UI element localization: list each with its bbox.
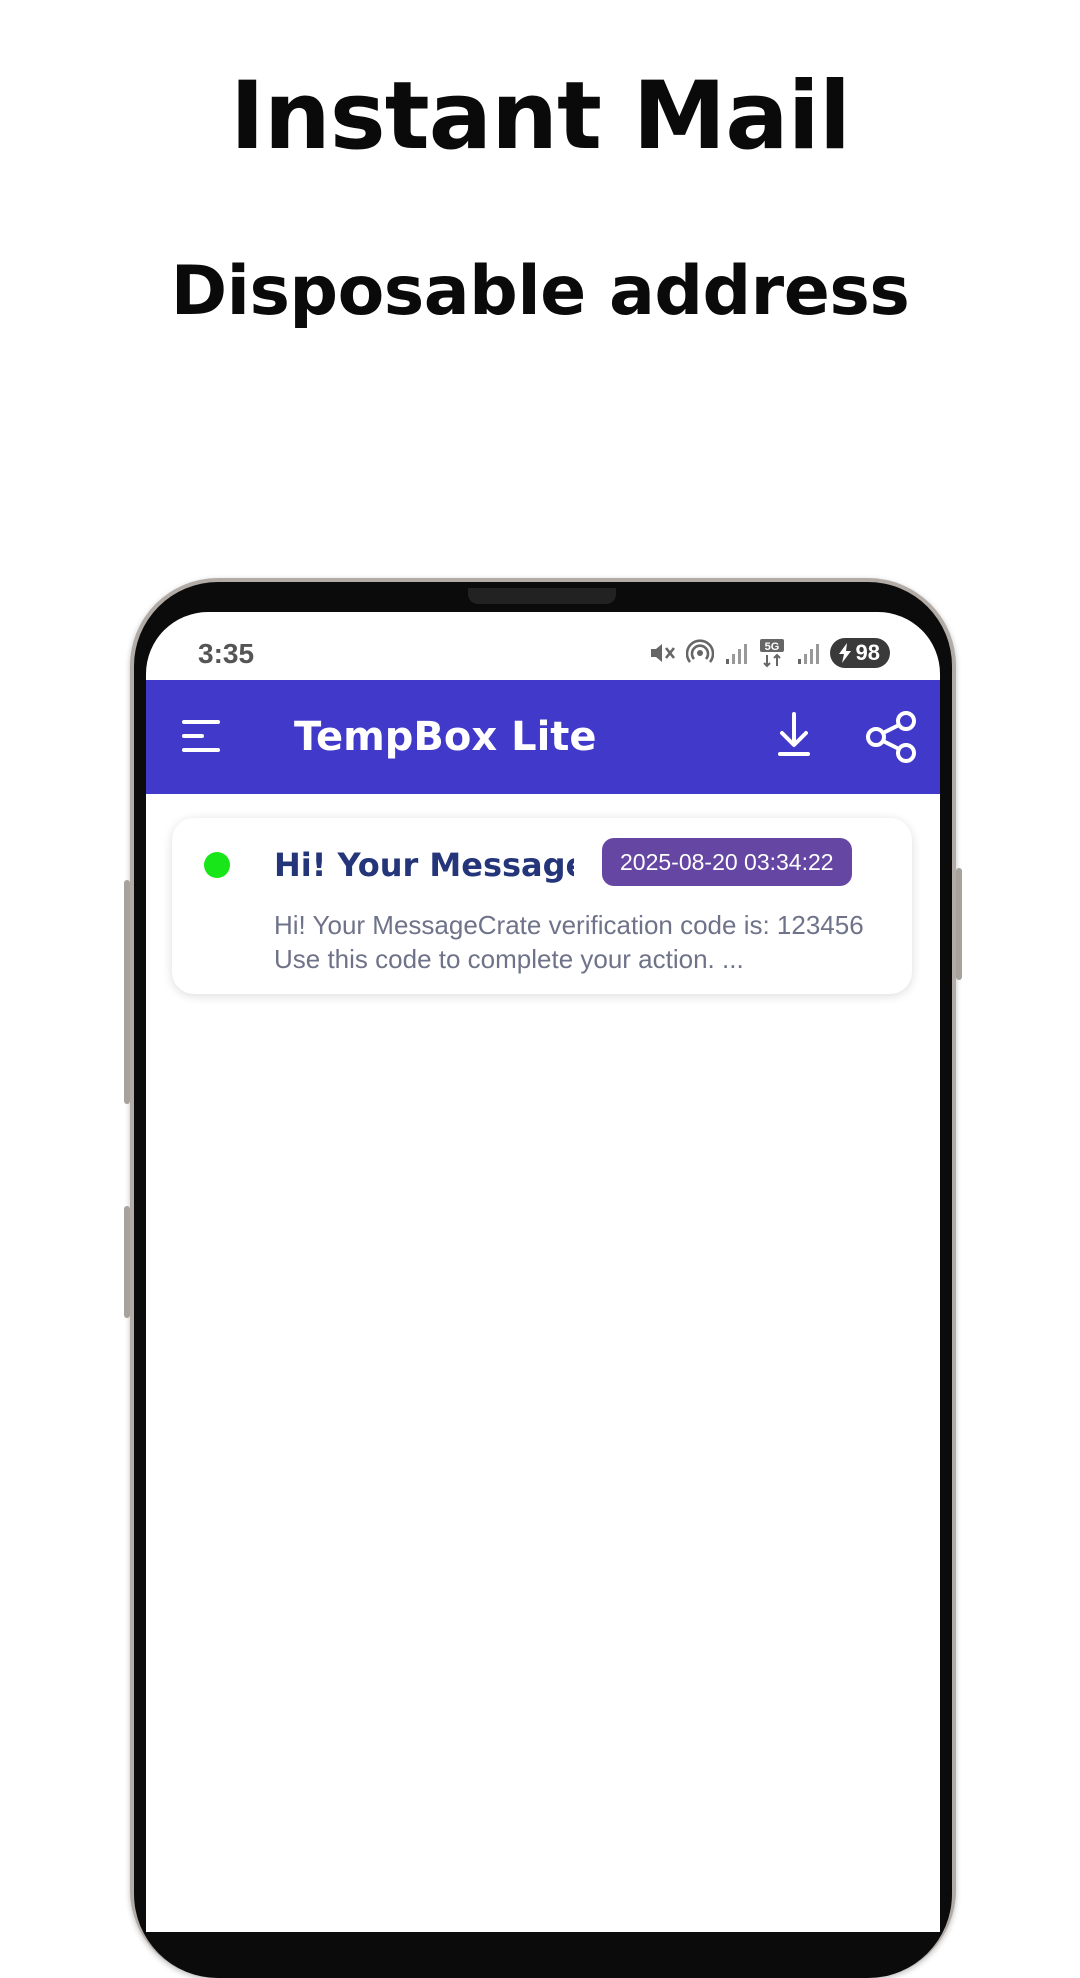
- battery-charging-icon: [838, 643, 851, 663]
- status-time: 3:35: [198, 638, 255, 669]
- mute-icon: [648, 640, 676, 666]
- promo-headline: Instant Mail: [229, 62, 851, 171]
- battery-indicator: 98: [829, 638, 890, 668]
- menu-icon: [182, 720, 220, 752]
- 5g-data-icon: 5G: [758, 638, 786, 668]
- menu-button[interactable]: [182, 718, 224, 754]
- power-button: [956, 868, 962, 980]
- share-icon: [866, 711, 916, 763]
- download-button[interactable]: [774, 710, 814, 760]
- hotspot-icon: [685, 639, 714, 667]
- signal-icon: [724, 641, 748, 665]
- volume-up-button: [124, 880, 130, 1104]
- unread-indicator: [204, 852, 230, 878]
- message-subject: Hi! Your Message...: [274, 846, 574, 884]
- app-bar: TempBox Lite: [146, 680, 940, 794]
- download-icon: [778, 712, 810, 756]
- volume-down-button: [124, 1206, 130, 1318]
- message-date-badge: 2025-08-20 03:34:22: [602, 838, 852, 886]
- message-list-item[interactable]: Hi! Your Message... 2025-08-20 03:34:22 …: [172, 818, 912, 994]
- signal-icon-2: [796, 641, 820, 665]
- message-preview: Hi! Your MessageCrate verification code …: [274, 910, 864, 974]
- phone-screen: 3:35 5G 98 TempBox Lite Hi! Your Messag …: [146, 612, 940, 1932]
- earpiece-speaker: [468, 588, 616, 604]
- svg-text:5G: 5G: [764, 641, 779, 653]
- battery-level: 98: [855, 640, 880, 665]
- status-bar: 3:35 5G 98: [146, 612, 940, 680]
- promo-subheadline: Disposable address: [170, 252, 910, 331]
- share-button[interactable]: [864, 710, 918, 764]
- app-title: TempBox Lite: [294, 714, 597, 760]
